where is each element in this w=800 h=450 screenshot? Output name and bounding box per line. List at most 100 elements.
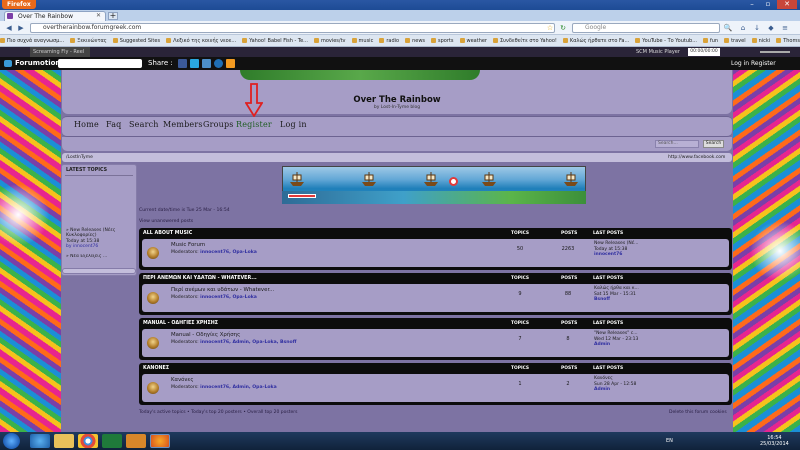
login-link[interactable]: Log in <box>731 57 749 70</box>
rss-icon[interactable] <box>226 59 235 68</box>
tab-over-the-rainbow[interactable]: Over The Rainbow <box>4 11 106 21</box>
last-post-author[interactable]: Admin <box>594 387 610 392</box>
register-link[interactable]: Register <box>751 57 776 70</box>
start-button[interactable] <box>3 433 20 449</box>
address-bar[interactable]: overtherainbow.forumgreek.com <box>30 23 555 33</box>
music-addon-bar <box>0 47 800 57</box>
forumotion-search-input[interactable] <box>58 59 142 68</box>
last-post-title[interactable]: "New Releases" c... <box>594 331 638 337</box>
unanswered-posts-link[interactable]: View unanswered posts <box>139 219 193 224</box>
moderator-links[interactable]: innocent76, Admin, Opa-Loka <box>200 385 277 390</box>
bookmark-item[interactable]: sports <box>431 35 454 46</box>
search-bar-placeholder: Google <box>585 24 607 31</box>
bookmark-item[interactable]: fun <box>702 35 718 46</box>
twitter-icon[interactable] <box>190 59 199 68</box>
category-title[interactable]: ALL ABOUT MUSIC <box>143 231 192 236</box>
menu-login[interactable]: Log in <box>280 120 307 129</box>
search-bar[interactable]: Google <box>572 23 720 33</box>
menu-home[interactable]: Home <box>74 120 99 129</box>
search-go-icon[interactable]: 🔍 <box>723 23 733 33</box>
red-down-arrow-icon <box>245 83 263 117</box>
delicious-icon[interactable] <box>202 59 211 68</box>
last-post-title[interactable]: Καλώς ήρθα και κ... <box>594 286 639 292</box>
bookmark-item[interactable]: Καλώς ήρθατε στο Fa... <box>562 35 629 46</box>
forum-search-input[interactable]: Search... <box>655 140 699 148</box>
reload-icon[interactable]: ↻ <box>558 23 568 33</box>
addon-icon[interactable]: ◆ <box>766 23 776 33</box>
forum-name[interactable]: Περί ανέμων και υδάτων - Whatever... <box>171 287 274 293</box>
radio-station-select[interactable]: Screaming Fly - Reel <box>30 47 90 57</box>
category-title[interactable]: MANUAL - ΟΔΗΓΙΕΣ ΧΡΗΣΗΣ <box>143 321 218 326</box>
facebook-icon[interactable] <box>178 59 187 68</box>
firefox-menu-button[interactable]: Firefox <box>2 0 36 9</box>
excel-icon[interactable] <box>102 434 122 448</box>
file-explorer-icon[interactable] <box>54 434 74 448</box>
moderators-label: Moderators: <box>171 385 199 390</box>
forum-name[interactable]: Music Forum <box>171 242 205 248</box>
category-title[interactable]: ΠΕΡΙ ΑΝΕΜΩΝ ΚΑΙ ΥΔΑΤΩΝ - WHATEVER... <box>143 276 257 281</box>
downloads-icon[interactable]: ↓ <box>752 23 762 33</box>
maximize-button[interactable]: ▫ <box>761 0 775 9</box>
menu-groups[interactable]: Groups <box>203 120 234 129</box>
bookmark-item[interactable]: Yahoo! Babel Fish - Te... <box>242 35 308 46</box>
bookmark-item[interactable]: radio <box>379 35 399 46</box>
bookmark-item[interactable]: Ξεκινώντας <box>70 35 107 46</box>
language-indicator[interactable]: EN <box>666 438 673 444</box>
last-post-author[interactable]: innocent76 <box>594 252 622 257</box>
bookmark-item[interactable]: YouTube - Το Youtub... <box>635 35 697 46</box>
bookmark-item[interactable]: Thomson Gateway - H... <box>776 35 800 46</box>
forum-name[interactable]: Manual - Οδηγίες Χρήσης <box>171 332 240 338</box>
bookmark-item[interactable]: travel <box>724 35 746 46</box>
bookmark-item[interactable]: music <box>351 35 373 46</box>
forum-stats-links[interactable]: Today's active topics • Today's top 20 p… <box>139 410 297 415</box>
new-tab-button[interactable]: + <box>108 12 118 20</box>
link-left[interactable]: /LostInTyme <box>66 153 93 162</box>
last-post-author[interactable]: Bsnoff <box>594 297 610 302</box>
forum-name[interactable]: Κανόνες <box>171 377 194 383</box>
email-icon[interactable] <box>214 59 223 68</box>
firefox-taskbar-icon[interactable] <box>150 434 170 448</box>
widget-scrollbar[interactable] <box>62 268 136 274</box>
minimize-button[interactable]: – <box>745 0 759 9</box>
link-right[interactable]: http://www.facebook.com <box>668 153 725 162</box>
tab-close-icon[interactable]: ✕ <box>96 11 101 21</box>
bookmark-item[interactable]: nicki <box>751 35 770 46</box>
forum-moderators: Moderators: innocent76, Opa-Loka <box>171 295 257 300</box>
bookmark-item[interactable]: news <box>405 35 425 46</box>
rainbow-background-right <box>733 70 800 432</box>
bookmark-item[interactable]: movies/tv <box>313 35 346 46</box>
bookmark-item[interactable]: Πιο συχνά αναγνωσμ... <box>0 35 64 46</box>
menu-register[interactable]: Register <box>236 120 272 129</box>
latest-topic-next[interactable]: » Νέα Εξελίξεις ... <box>66 254 134 258</box>
bookmark-item[interactable]: Λεξικό της κοινής νεοε... <box>166 35 236 46</box>
forumotion-logo[interactable]: Forumotion <box>4 57 60 70</box>
moderator-links[interactable]: innocent76, Admin, Opa-Loka, Bsnoff <box>200 340 296 345</box>
latest-topic-link[interactable]: » New Releases (Νέες Κυκλοφορίες) <box>66 228 134 239</box>
delete-cookies-link[interactable]: Delete this forum cookies <box>669 410 727 415</box>
site-title[interactable]: Over The Rainbow <box>62 95 732 105</box>
category-title[interactable]: ΚΑΝΟΝΕΣ <box>143 366 169 371</box>
latest-topic-author[interactable]: by innocent76 <box>66 244 134 249</box>
moderator-links[interactable]: innocent76, Opa-Loka <box>200 295 257 300</box>
menu-members[interactable]: Members <box>163 120 203 129</box>
chrome-icon[interactable] <box>78 434 98 448</box>
bookmark-item[interactable]: Συνδεθείτε στο Yahoo! <box>493 35 557 46</box>
menu-faq[interactable]: Faq <box>106 120 122 129</box>
last-post-author[interactable]: Admin <box>594 342 610 347</box>
system-clock[interactable]: 16:54 25/03/2014 <box>760 435 789 447</box>
menu-search[interactable]: Search <box>129 120 159 129</box>
forum-search-button[interactable]: Search <box>703 140 724 148</box>
bookmark-item[interactable]: Suggested Sites <box>112 35 160 46</box>
internet-explorer-icon[interactable] <box>30 434 50 448</box>
menu-icon[interactable]: ≡ <box>780 23 790 33</box>
media-app-icon[interactable] <box>126 434 146 448</box>
bookmark-star-icon[interactable]: ☆ <box>545 23 555 33</box>
volume-slider[interactable] <box>760 51 790 53</box>
close-window-button[interactable]: ✕ <box>777 0 797 9</box>
back-icon[interactable]: ◀ <box>4 23 14 33</box>
home-icon[interactable]: ⌂ <box>738 23 748 33</box>
forward-icon[interactable]: ▶ <box>16 23 26 33</box>
last-post-title[interactable]: New Releases (Νέ... <box>594 241 638 247</box>
moderator-links[interactable]: innocent76, Opa-Loka <box>200 250 257 255</box>
bookmark-item[interactable]: weather <box>459 35 487 46</box>
